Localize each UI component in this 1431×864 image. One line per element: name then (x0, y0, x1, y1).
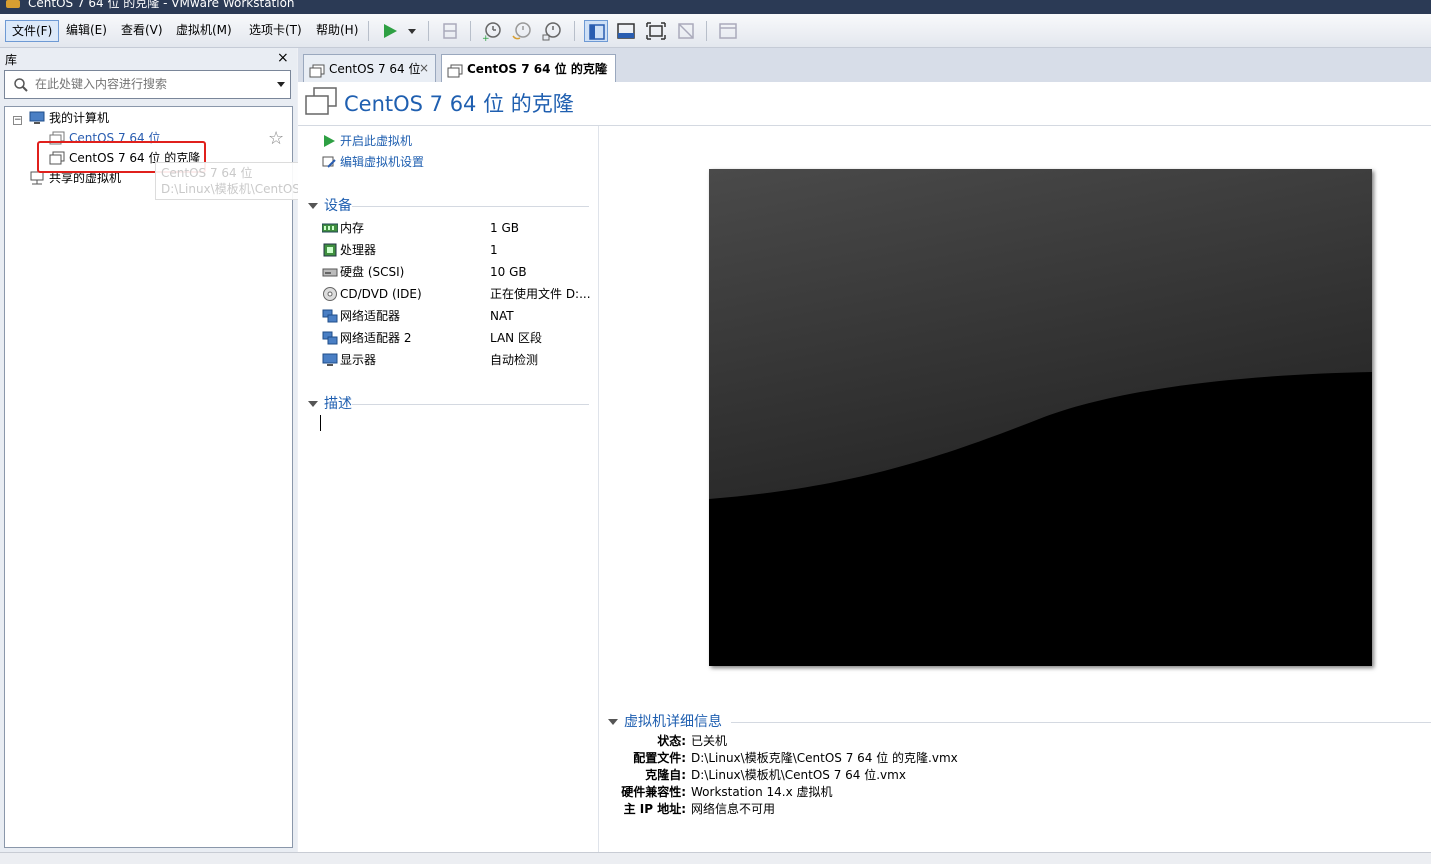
detail-row-state: 状态: 已关机 (657, 734, 728, 748)
edit-vm-settings-link[interactable]: 编辑虚拟机设置 (322, 152, 462, 172)
tab-centos[interactable]: CentOS 7 64 位 × (303, 54, 436, 82)
tab-close-button[interactable]: × (599, 55, 609, 81)
settings-icon (322, 155, 336, 175)
menu-file[interactable]: 文件(F) (5, 20, 60, 42)
favorite-star-icon[interactable]: ☆ (268, 128, 284, 149)
collapse-icon[interactable]: − (13, 116, 22, 125)
tree-node-my-computer[interactable]: − 我的计算机 (5, 109, 285, 127)
device-row-display[interactable]: 显示器 自动检测 (322, 350, 592, 370)
vm-large-icon (304, 86, 338, 121)
revert-snapshot-icon[interactable] (510, 20, 534, 42)
vm-screen-preview[interactable] (709, 169, 1372, 666)
status-bar (0, 852, 1431, 864)
library-header: 库 × (0, 50, 297, 68)
detail-row-compatibility: 硬件兼容性: Workstation 14.x 虚拟机 (621, 785, 833, 799)
detail-row-ip-address: 主 IP 地址: 网络信息不可用 (623, 802, 776, 816)
collapse-triangle-icon (608, 719, 618, 725)
send-keys-icon[interactable] (438, 20, 462, 42)
collapse-triangle-icon (308, 203, 318, 209)
library-view-icon[interactable] (584, 20, 608, 42)
toolbar-separator (368, 21, 369, 41)
cpu-icon (322, 243, 338, 263)
section-line (352, 404, 589, 405)
description-text-cursor[interactable] (320, 415, 321, 431)
unity-icon[interactable] (674, 20, 698, 42)
section-line (731, 722, 1431, 723)
harddisk-icon (322, 265, 338, 285)
search-icon (13, 77, 29, 96)
search-input[interactable] (35, 75, 265, 93)
toolbar: 文件(F) 编辑(E) 查看(V) 虚拟机(M) 选项卡(T) 帮助(H) + (0, 14, 1431, 48)
panel-divider (598, 126, 599, 852)
menu-vm[interactable]: 虚拟机(M) (170, 20, 238, 42)
power-on-vm-link[interactable]: 开启此虚拟机 (322, 131, 442, 151)
library-search[interactable] (4, 70, 291, 99)
detail-row-cloned-from: 克隆自: D:\Linux\模板机\CentOS 7 64 位.vmx (645, 768, 906, 782)
menu-view[interactable]: 查看(V) (115, 20, 169, 42)
dropdown-arrow-icon[interactable] (400, 20, 420, 42)
display-icon (322, 353, 338, 373)
network-icon (322, 309, 338, 329)
detail-row-config-file: 配置文件: D:\Linux\模板克隆\CentOS 7 64 位 的克隆.vm… (633, 751, 958, 765)
memory-icon (321, 221, 339, 241)
section-line (352, 206, 589, 207)
vmware-logo-icon (6, 0, 20, 8)
title-bar: CentOS 7 64 位 的克隆 - VMware Workstation (0, 0, 1431, 14)
search-dropdown-arrow-icon[interactable] (277, 82, 285, 87)
menu-tabs[interactable]: 选项卡(T) (243, 20, 308, 42)
vm-screen-graphic (709, 169, 1372, 666)
network-icon (322, 331, 338, 351)
collapse-triangle-icon (308, 401, 318, 407)
window-title: CentOS 7 64 位 的克隆 - VMware Workstation (28, 0, 295, 10)
tab-strip: CentOS 7 64 位 × CentOS 7 64 位 的克隆 × (298, 48, 1431, 83)
device-row-network[interactable]: 网络适配器 NAT (322, 306, 592, 326)
library-close-button[interactable]: × (277, 50, 289, 66)
computer-icon (29, 111, 45, 130)
snapshot-manager-icon[interactable] (540, 20, 564, 42)
device-row-cpu[interactable]: 处理器 1 (322, 240, 592, 260)
tab-label: CentOS 7 64 位 的克隆 (467, 62, 607, 76)
cd-icon (322, 287, 338, 307)
console-view-icon[interactable] (716, 20, 740, 42)
device-row-memory[interactable]: 内存 1 GB (321, 218, 592, 241)
play-icon[interactable] (378, 20, 402, 42)
details-section-header[interactable]: 虚拟机详细信息 (608, 712, 748, 732)
device-row-network-2[interactable]: 网络适配器 2 LAN 区段 (322, 328, 592, 348)
toolbar-separator (574, 21, 575, 41)
tab-centos-clone[interactable]: CentOS 7 64 位 的克隆 × (441, 54, 616, 83)
toolbar-separator (428, 21, 429, 41)
shared-vms-icon (29, 171, 45, 190)
menu-help[interactable]: 帮助(H) (310, 20, 364, 42)
tab-label: CentOS 7 64 位 (329, 62, 421, 76)
library-tree: − 我的计算机 CentOS 7 64 位 CentOS 7 64 位 的克隆 … (4, 106, 293, 848)
device-row-cdrom[interactable]: CD/DVD (IDE) 正在使用文件 D:... (322, 284, 592, 304)
toolbar-separator (470, 21, 471, 41)
full-screen-icon[interactable] (644, 20, 668, 42)
thumbnail-bar-icon[interactable] (614, 20, 638, 42)
snapshot-icon[interactable]: + (480, 20, 504, 44)
play-icon (322, 134, 336, 154)
menu-edit[interactable]: 编辑(E) (60, 20, 113, 42)
vm-title: CentOS 7 64 位 的克隆 (344, 92, 574, 116)
vm-summary-panel: CentOS 7 64 位 的克隆 开启此虚拟机 编辑虚拟机设置 设备 内存 1… (298, 82, 1431, 852)
tab-close-button[interactable]: × (419, 55, 429, 81)
tree-label-my-computer: 我的计算机 (49, 111, 110, 125)
title-divider (298, 125, 1431, 126)
library-title: 库 (5, 53, 18, 67)
device-row-harddisk[interactable]: 硬盘 (SCSI) 10 GB (322, 262, 592, 282)
toolbar-separator (706, 21, 707, 41)
svg-text:+: + (482, 34, 490, 42)
